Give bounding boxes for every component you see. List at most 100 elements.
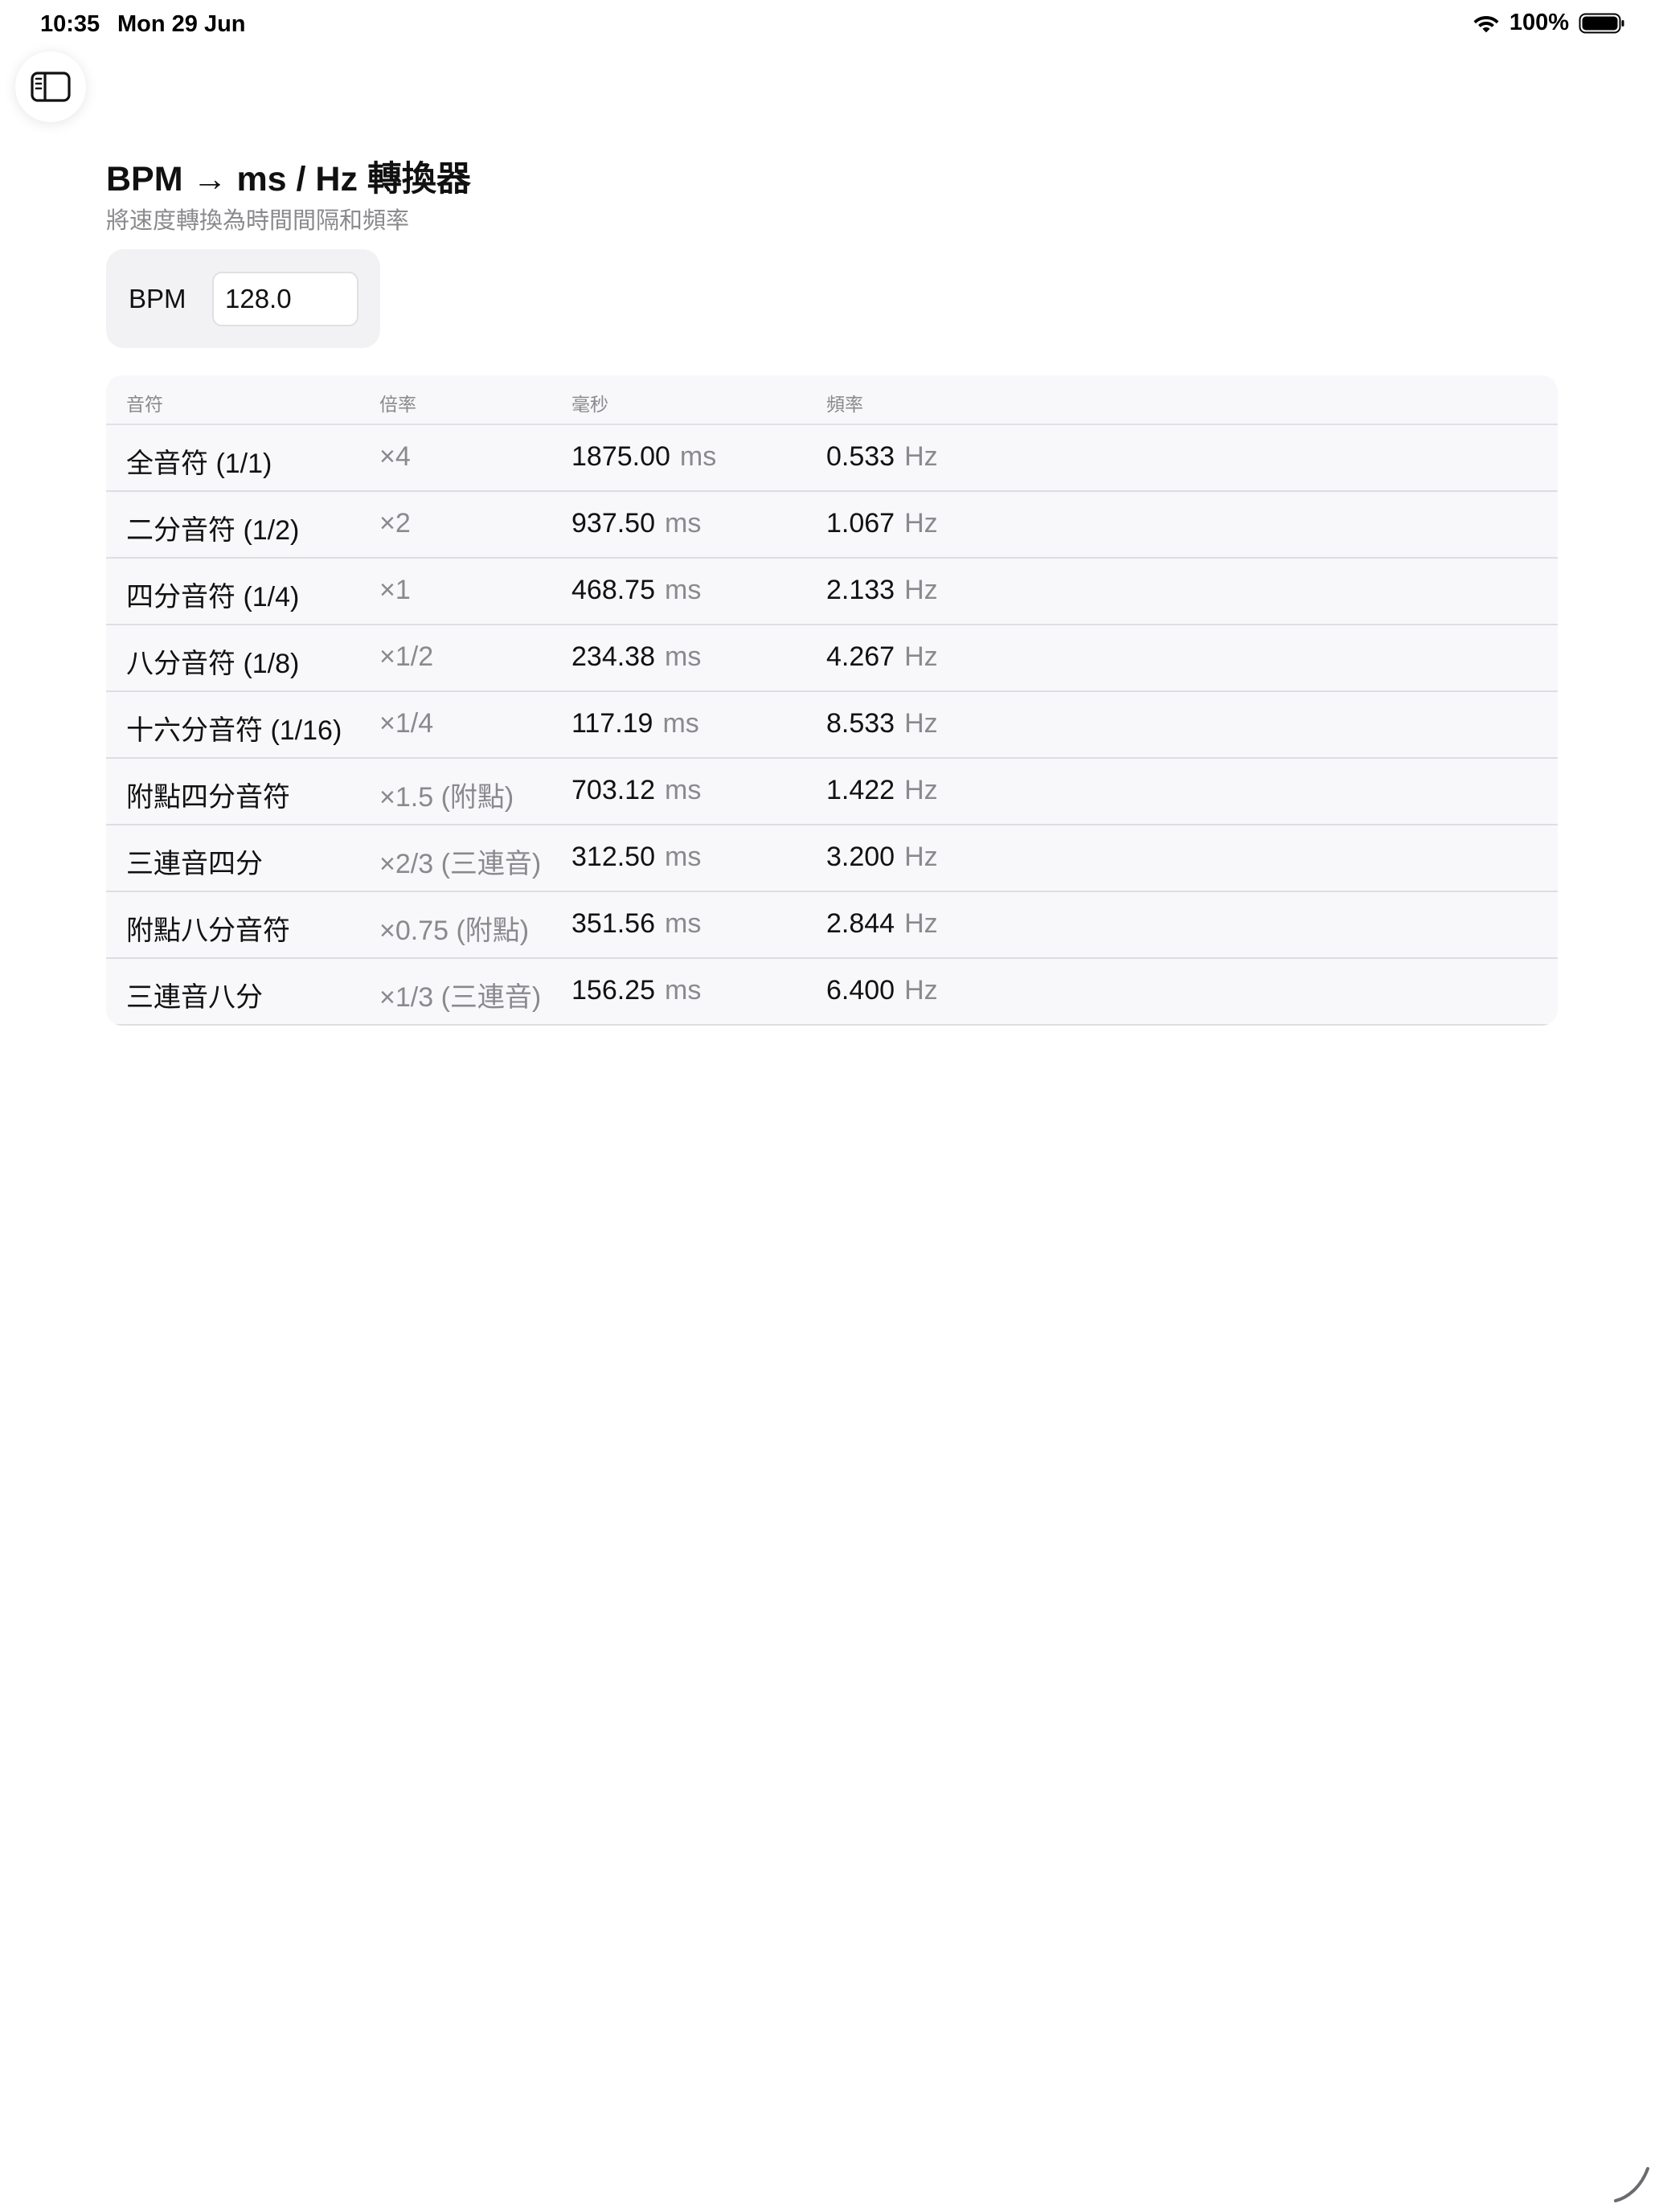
table-row: 四分音符 (1/4) ×1 468.75 ms 2.133 Hz [106,559,1558,625]
ms-number: 703.12 [571,775,655,805]
table-row: 附點四分音符 ×1.5 (附點) 703.12 ms 1.422 Hz [106,759,1558,825]
table-row: 十六分音符 (1/16) ×1/4 117.19 ms 8.533 Hz [106,692,1558,759]
note-name: 三連音四分 [126,849,263,879]
hz-number: 1.422 [826,775,895,805]
multiplier: ×1/3 (三連音) [379,982,542,1013]
note-name: 附點四分音符 [126,782,290,813]
multiplier: ×4 [379,441,411,472]
hz-unit: Hz [904,975,938,1006]
ms-value: 937.50 ms [571,508,701,539]
ms-number: 937.50 [571,508,655,539]
page-title: BPM → ms / Hz 轉換器 [106,160,471,199]
ms-value: 156.25 ms [571,975,701,1006]
ms-number: 117.19 [571,708,653,739]
multiplier: ×1/4 [379,708,434,739]
multiplier: ×1 [379,575,411,605]
hz-value: 1.422 Hz [826,775,938,806]
ms-value: 351.56 ms [571,908,701,940]
ms-unit: ms [679,441,717,472]
hz-number: 4.267 [826,641,895,672]
column-header-note: 音符 [126,394,163,415]
ms-unit: ms [665,575,702,605]
note-name: 四分音符 (1/4) [126,582,300,612]
bpm-label: BPM [129,284,186,313]
ms-unit: ms [665,975,702,1006]
table-header: 音符 倍率 毫秒 頻率 [106,375,1558,425]
hz-number: 2.133 [826,575,895,605]
hz-unit: Hz [904,641,938,672]
ms-value: 234.38 ms [571,641,701,673]
hz-value: 2.133 Hz [826,575,938,606]
column-header-multiplier: 倍率 [379,394,416,415]
ms-number: 1875.00 [571,441,670,472]
hz-value: 6.400 Hz [826,975,938,1006]
hz-unit: Hz [904,441,938,472]
note-name: 附點八分音符 [126,916,290,946]
hz-value: 3.200 Hz [826,842,938,873]
table-row: 三連音四分 ×2/3 (三連音) 312.50 ms 3.200 Hz [106,825,1558,892]
page-subtitle: 將速度轉換為時間間隔和頻率 [106,208,410,234]
ms-number: 312.50 [571,842,655,872]
note-name: 全音符 (1/1) [126,449,272,479]
hz-value: 0.533 Hz [826,441,938,473]
hz-unit: Hz [904,908,938,939]
hz-number: 8.533 [826,708,895,739]
ms-value: 312.50 ms [571,842,701,873]
hz-number: 0.533 [826,441,895,472]
note-name: 十六分音符 (1/16) [126,715,342,746]
hz-unit: Hz [904,575,938,605]
status-date: Mon 29 Jun [117,11,246,37]
hz-number: 3.200 [826,842,895,872]
wifi-icon [1473,15,1499,32]
ms-unit: ms [665,775,702,805]
ms-number: 156.25 [571,975,655,1006]
bpm-input[interactable] [212,272,358,326]
table-row: 二分音符 (1/2) ×2 937.50 ms 1.067 Hz [106,492,1558,559]
ms-unit: ms [665,641,702,672]
battery-percentage: 100% [1509,10,1569,35]
hz-unit: Hz [904,508,938,539]
ms-unit: ms [665,908,702,939]
hz-unit: Hz [904,775,938,805]
multiplier: ×1.5 (附點) [379,782,514,813]
bpm-card: BPM [106,249,380,348]
ms-value: 468.75 ms [571,575,701,606]
conversion-table: 音符 倍率 毫秒 頻率 全音符 (1/1) ×4 1875.00 ms 0.533… [106,375,1558,1026]
ms-unit: ms [665,842,702,872]
hz-value: 1.067 Hz [826,508,938,539]
ms-value: 703.12 ms [571,775,701,806]
multiplier: ×1/2 [379,641,434,672]
status-bar: 10:35 Mon 29 Jun 100% [0,0,1659,51]
column-header-ms: 毫秒 [571,394,608,415]
note-name: 八分音符 (1/8) [126,649,300,679]
ms-number: 234.38 [571,641,655,672]
table-row: 八分音符 (1/8) ×1/2 234.38 ms 4.267 Hz [106,625,1558,692]
status-indicators: 100% [1473,10,1625,36]
ms-value: 1875.00 ms [571,441,716,473]
ms-unit: ms [665,508,702,539]
hz-number: 6.400 [826,975,895,1006]
hz-unit: Hz [904,842,938,872]
multiplier: ×2 [379,508,411,539]
corner-resize-mark [1614,2167,1649,2202]
hz-number: 1.067 [826,508,895,539]
multiplier: ×0.75 (附點) [379,916,530,946]
ms-number: 468.75 [571,575,655,605]
hz-value: 4.267 Hz [826,641,938,673]
ms-unit: ms [662,708,699,739]
table-row: 三連音八分 ×1/3 (三連音) 156.25 ms 6.400 Hz [106,959,1558,1026]
sidebar-icon [31,72,71,102]
battery-icon [1579,13,1624,33]
table-row: 全音符 (1/1) ×4 1875.00 ms 0.533 Hz [106,425,1558,492]
note-name: 三連音八分 [126,982,263,1013]
status-time: 10:35 [40,11,100,37]
multiplier: ×2/3 (三連音) [379,849,542,879]
table-row: 附點八分音符 ×0.75 (附點) 351.56 ms 2.844 Hz [106,892,1558,959]
ms-value: 117.19 ms [571,708,699,739]
ms-number: 351.56 [571,908,655,939]
hz-number: 2.844 [826,908,895,939]
sidebar-toggle-button[interactable] [15,51,86,122]
hz-value: 2.844 Hz [826,908,938,940]
column-header-hz: 頻率 [826,394,863,415]
hz-value: 8.533 Hz [826,708,938,739]
